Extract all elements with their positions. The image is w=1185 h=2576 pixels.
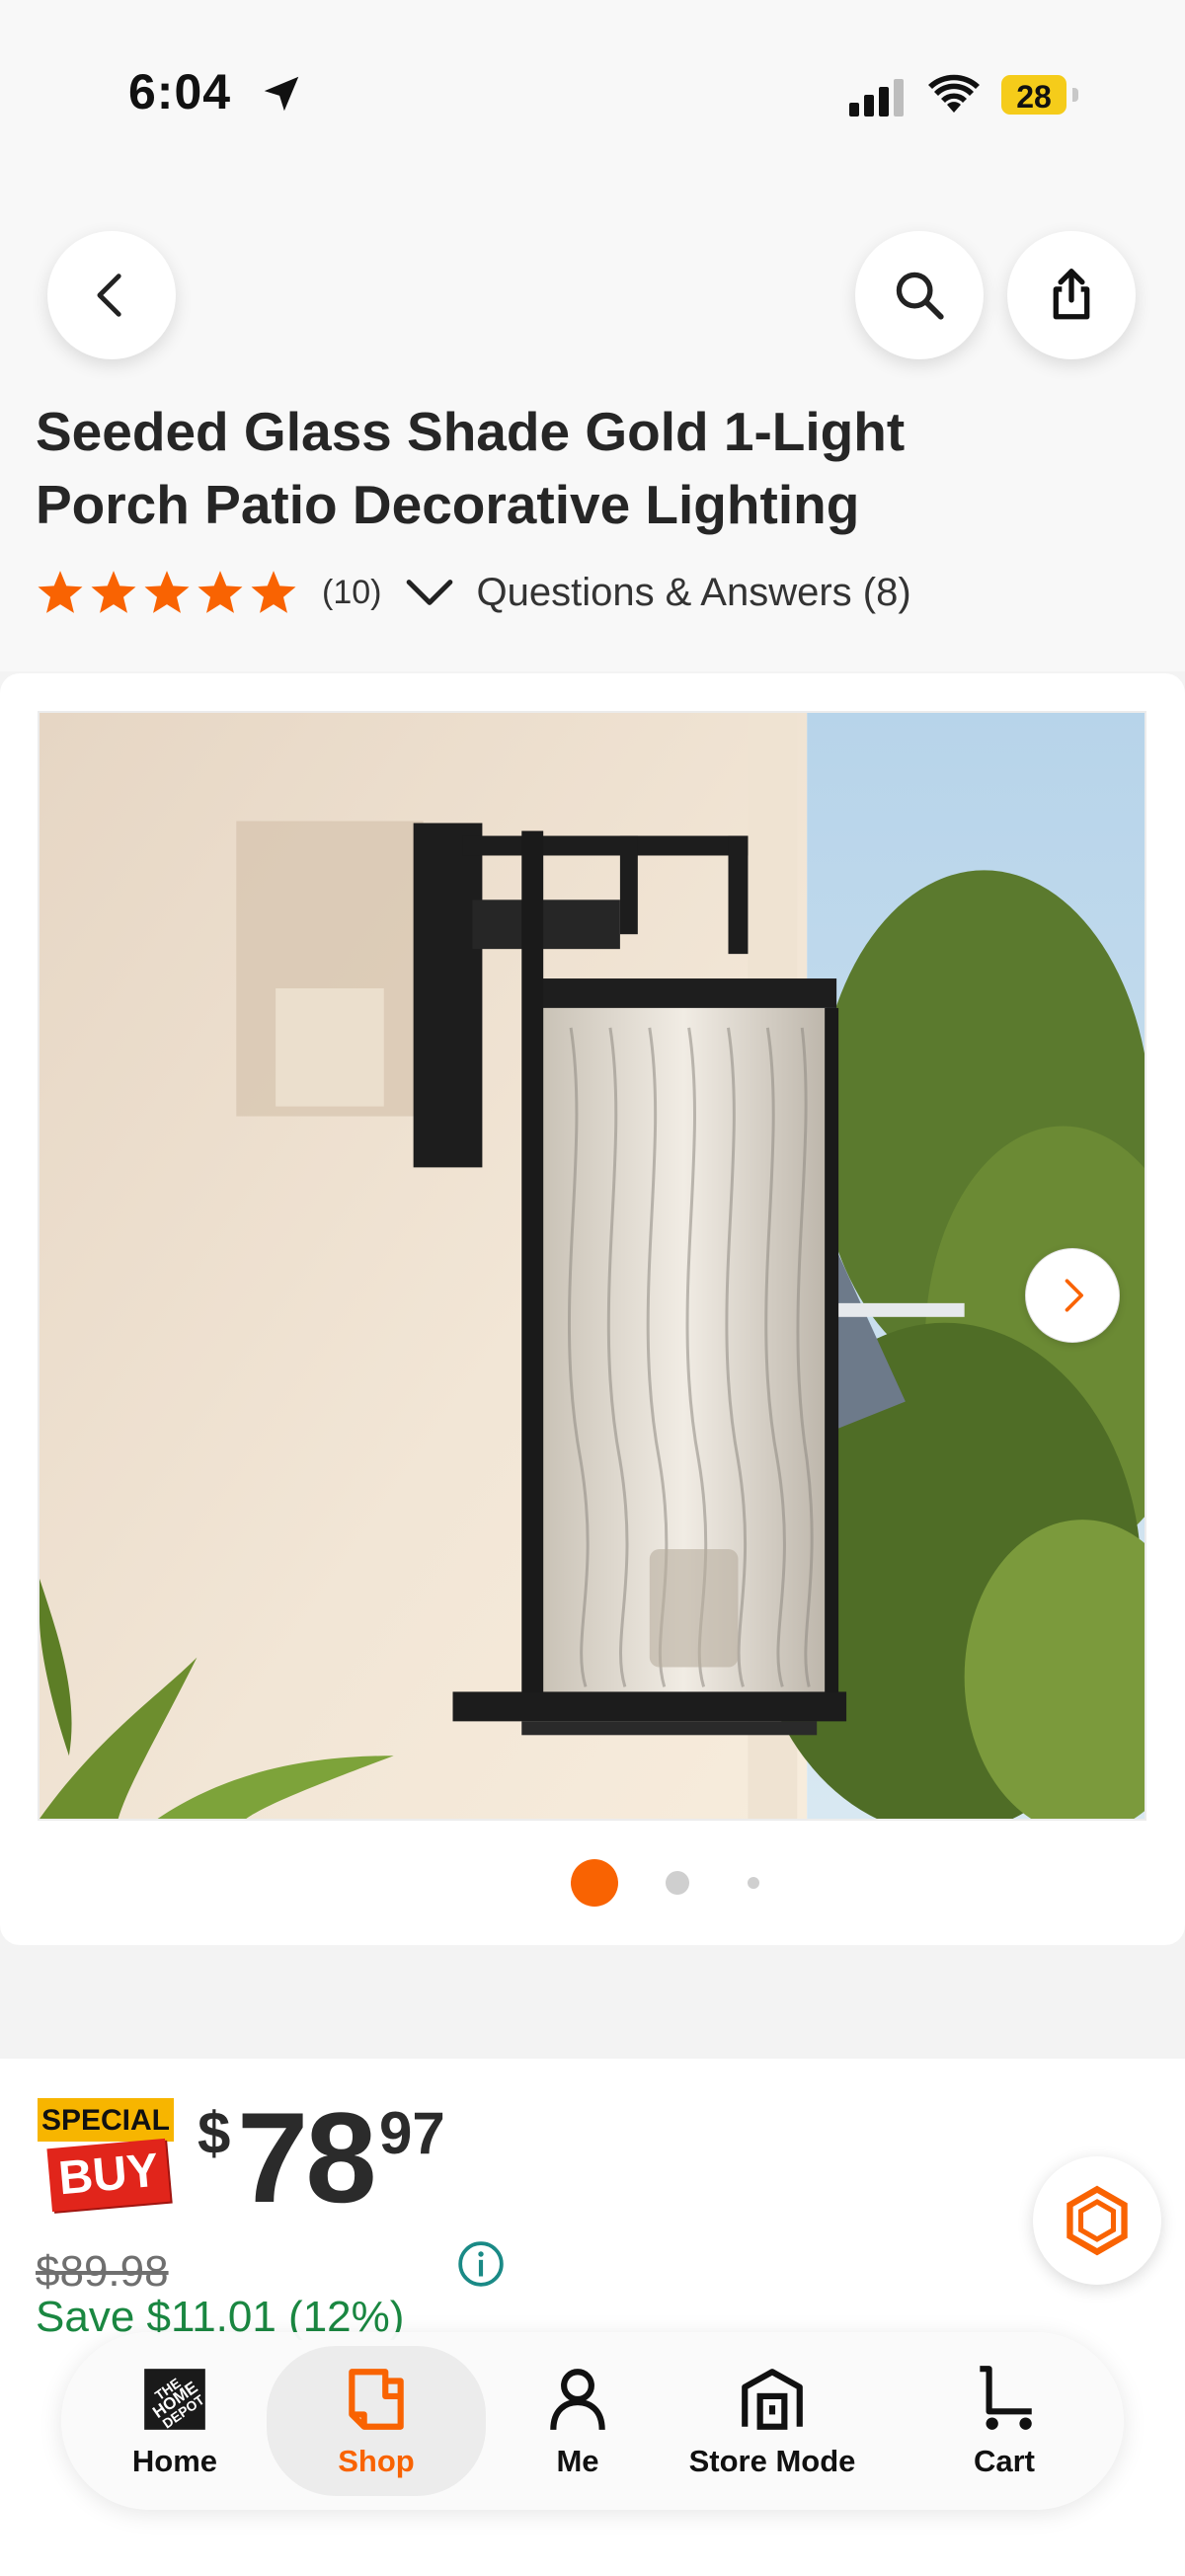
star-icon [38,571,83,613]
star-icon [144,571,190,613]
rating-row[interactable]: (10) Questions & Answers (8) [36,563,911,622]
special-badge-top: SPECIAL [38,2098,174,2142]
battery-cap [1072,88,1078,102]
star-icon [251,571,296,613]
nav-label-me: Me [556,2444,599,2478]
wifi-icon [928,74,980,113]
nav-shop[interactable]: Shop [267,2346,486,2496]
assistant-button[interactable] [1033,2156,1161,2285]
special-buy-badge: SPECIAL BUY [38,2098,176,2223]
bottom-nav: THE HOME DEPOT Home Shop Me Store Mode C… [61,2332,1124,2510]
share-button[interactable] [1007,231,1136,359]
hexagon-icon [1066,2185,1128,2256]
chevron-left-icon [97,273,121,317]
nav-store-mode[interactable]: Store Mode [673,2332,871,2510]
price-cents: 97 [379,2100,445,2166]
shop-icon [349,2369,404,2430]
review-count[interactable]: (10) [322,574,381,612]
questions-answers-link[interactable]: Questions & Answers (8) [476,571,910,615]
image-gallery-card [0,673,1185,1945]
nav-me[interactable]: Me [504,2332,652,2510]
chevron-down-icon[interactable] [405,573,454,612]
signal-icon [849,79,904,117]
nav-cart[interactable]: Cart [930,2332,1078,2510]
star-icon [198,571,243,613]
store-icon [742,2369,803,2430]
status-time: 6:04 [128,64,232,119]
nav-home[interactable]: THE HOME DEPOT Home [101,2332,249,2510]
star-icon [91,571,136,613]
search-button[interactable] [855,231,984,359]
search-icon [896,272,944,320]
battery-level: 28 [1016,79,1052,115]
person-icon [550,2369,605,2431]
nav-label-store-mode: Store Mode [688,2444,856,2478]
page-dot-active[interactable] [571,1859,618,1907]
page-dot[interactable] [666,1871,689,1895]
info-icon[interactable] [456,2239,506,2289]
star-rating [36,568,302,617]
pagination-dots [0,1858,1185,1908]
home-depot-logo-icon: THE HOME DEPOT [144,2369,207,2432]
product-title: Seeded Glass Shade Gold 1-Light Porch Pa… [36,401,906,535]
nav-label-home: Home [131,2444,218,2478]
lamp-photo [40,713,1145,1819]
nav-label-cart: Cart [973,2444,1035,2478]
special-badge-bottom: BUY [46,2138,171,2213]
page-dot[interactable] [748,1877,759,1889]
location-arrow-icon [264,76,299,112]
price-currency: $ [198,2100,231,2166]
share-icon [1053,269,1090,320]
was-price: $89.98 [36,2247,169,2296]
price-dollars: 78 [237,2085,377,2229]
chevron-right-icon [1065,1279,1083,1312]
battery-indicator: 28 [1001,75,1078,115]
next-image-button[interactable] [1025,1248,1120,1343]
nav-label-shop: Shop [338,2444,415,2478]
cart-icon [980,2366,1032,2430]
product-image[interactable] [38,711,1146,1821]
back-button[interactable] [47,231,176,359]
